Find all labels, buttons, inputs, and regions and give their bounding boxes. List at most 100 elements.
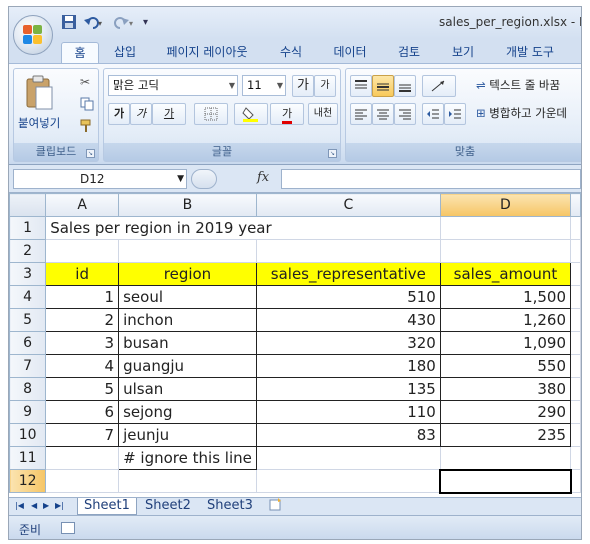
name-box[interactable]: D12 ▼ bbox=[13, 169, 187, 189]
cell[interactable] bbox=[570, 285, 581, 309]
clipboard-launcher-icon[interactable]: ↘ bbox=[86, 149, 95, 158]
id-cell[interactable]: 3 bbox=[45, 331, 120, 355]
tab-page-layout[interactable]: 페이지 레이아웃 bbox=[157, 42, 257, 63]
sheet-title-cell[interactable]: Sales per region in 2019 year bbox=[45, 216, 441, 240]
sheet-tab-1[interactable]: Sheet1 bbox=[77, 498, 137, 515]
italic-button[interactable]: 가 bbox=[130, 103, 152, 125]
sales-representative-cell[interactable]: 180 bbox=[255, 354, 441, 378]
row-header-5[interactable]: 5 bbox=[9, 308, 47, 332]
cell[interactable] bbox=[439, 239, 572, 263]
row-header-3[interactable]: 3 bbox=[9, 262, 47, 286]
format-painter-icon[interactable] bbox=[80, 119, 94, 136]
font-size-select[interactable]: 11 ▼ bbox=[242, 75, 286, 96]
sales-representative-cell[interactable]: 83 bbox=[255, 423, 441, 447]
cell[interactable] bbox=[255, 239, 441, 263]
region-cell[interactable]: busan bbox=[118, 331, 257, 355]
cell[interactable] bbox=[439, 216, 572, 240]
cell[interactable] bbox=[45, 239, 120, 263]
row-header-7[interactable]: 7 bbox=[9, 354, 47, 378]
sales-representative-cell[interactable]: 510 bbox=[255, 285, 441, 309]
header-cell-region[interactable]: region bbox=[118, 262, 257, 286]
id-cell[interactable]: 1 bbox=[45, 285, 120, 309]
active-cell-d12[interactable] bbox=[439, 468, 572, 494]
fill-color-button[interactable] bbox=[234, 103, 268, 125]
bold-button[interactable]: 가 bbox=[108, 103, 130, 125]
id-cell[interactable]: 4 bbox=[45, 354, 120, 378]
cell[interactable] bbox=[439, 446, 572, 470]
paste-button[interactable]: 붙여넣기 bbox=[18, 115, 60, 131]
paste-icon[interactable] bbox=[24, 75, 54, 113]
first-sheet-icon[interactable]: |◀ bbox=[15, 501, 24, 510]
column-header-e[interactable] bbox=[570, 193, 581, 217]
next-sheet-icon[interactable]: ▶ bbox=[43, 501, 49, 510]
row-header-2[interactable]: 2 bbox=[9, 239, 47, 263]
header-cell-sales-representative[interactable]: sales_representative bbox=[255, 262, 441, 286]
last-sheet-icon[interactable]: ▶| bbox=[55, 501, 64, 510]
cell[interactable] bbox=[570, 308, 581, 332]
sales-representative-cell[interactable]: 110 bbox=[255, 400, 441, 424]
cell[interactable] bbox=[570, 354, 581, 378]
phonetic-button[interactable]: 내천 bbox=[308, 103, 338, 125]
cell[interactable] bbox=[570, 262, 581, 286]
tab-formulas[interactable]: 수식 bbox=[271, 42, 311, 63]
insert-sheet-icon[interactable] bbox=[265, 498, 287, 515]
sales-amount-cell[interactable]: 1,500 bbox=[439, 285, 572, 309]
align-top-button[interactable] bbox=[350, 75, 372, 97]
decrease-indent-button[interactable] bbox=[422, 103, 444, 125]
align-right-button[interactable] bbox=[394, 103, 416, 125]
row-header-11[interactable]: 11 bbox=[9, 446, 47, 470]
cut-icon[interactable]: ✂ bbox=[80, 75, 90, 89]
header-cell-sales-amount[interactable]: sales_amount bbox=[439, 262, 572, 286]
tab-review[interactable]: 검토 bbox=[389, 42, 429, 63]
column-header-d[interactable]: D bbox=[439, 193, 572, 217]
grow-font-button[interactable]: 가 bbox=[292, 75, 314, 97]
worksheet-grid[interactable]: A B C D 1 Sales per region in 2019 year … bbox=[9, 193, 581, 497]
sales-representative-cell[interactable]: 430 bbox=[255, 308, 441, 332]
redo-icon[interactable]: ▾ bbox=[113, 14, 135, 32]
row-header-6[interactable]: 6 bbox=[9, 331, 47, 355]
sheet-tab-3[interactable]: Sheet3 bbox=[201, 498, 259, 515]
sales-amount-cell[interactable]: 550 bbox=[439, 354, 572, 378]
cell[interactable] bbox=[570, 331, 581, 355]
tab-view[interactable]: 보기 bbox=[443, 42, 483, 63]
cell[interactable] bbox=[570, 216, 581, 240]
region-cell[interactable]: seoul bbox=[118, 285, 257, 309]
font-launcher-icon[interactable]: ↘ bbox=[328, 149, 337, 158]
merge-center-button[interactable]: ⊞ 병합하고 가운데 bbox=[476, 105, 567, 121]
region-cell[interactable]: ulsan bbox=[118, 377, 257, 401]
row-header-10[interactable]: 10 bbox=[9, 423, 47, 447]
macro-record-icon[interactable] bbox=[61, 522, 75, 534]
sheet-tab-2[interactable]: Sheet2 bbox=[139, 498, 197, 515]
row-header-9[interactable]: 9 bbox=[9, 400, 47, 424]
region-cell[interactable]: inchon bbox=[118, 308, 257, 332]
id-cell[interactable]: 6 bbox=[45, 400, 120, 424]
cell[interactable] bbox=[118, 469, 257, 493]
insert-function-button[interactable]: fx bbox=[257, 170, 269, 185]
sales-amount-cell[interactable]: 290 bbox=[439, 400, 572, 424]
cell[interactable] bbox=[255, 446, 441, 470]
cell[interactable] bbox=[570, 423, 581, 447]
id-cell[interactable]: 7 bbox=[45, 423, 120, 447]
underline-button[interactable]: 가 bbox=[152, 103, 186, 125]
column-header-c[interactable]: C bbox=[255, 193, 441, 217]
customize-quick-access-icon[interactable]: ▾ bbox=[143, 14, 148, 32]
cell[interactable] bbox=[255, 469, 441, 493]
increase-indent-button[interactable] bbox=[444, 103, 466, 125]
sales-amount-cell[interactable]: 1,090 bbox=[439, 331, 572, 355]
region-cell[interactable]: jeunju bbox=[118, 423, 257, 447]
region-cell[interactable]: sejong bbox=[118, 400, 257, 424]
tab-home[interactable]: 홈 bbox=[61, 42, 99, 63]
column-header-a[interactable]: A bbox=[45, 193, 120, 217]
font-color-button[interactable]: 가 bbox=[270, 103, 304, 125]
sales-representative-cell[interactable]: 135 bbox=[255, 377, 441, 401]
align-bottom-button[interactable] bbox=[394, 75, 416, 97]
office-button[interactable] bbox=[13, 15, 53, 55]
orientation-button[interactable] bbox=[422, 75, 456, 97]
wrap-text-button[interactable]: ⇌ 텍스트 줄 바꿈 bbox=[476, 77, 560, 93]
id-cell[interactable]: 2 bbox=[45, 308, 120, 332]
copy-icon[interactable] bbox=[80, 97, 94, 114]
prev-sheet-icon[interactable]: ◀ bbox=[31, 501, 37, 510]
formula-bar-splitter[interactable] bbox=[191, 169, 217, 189]
column-header-b[interactable]: B bbox=[118, 193, 257, 217]
align-center-button[interactable] bbox=[372, 103, 394, 125]
